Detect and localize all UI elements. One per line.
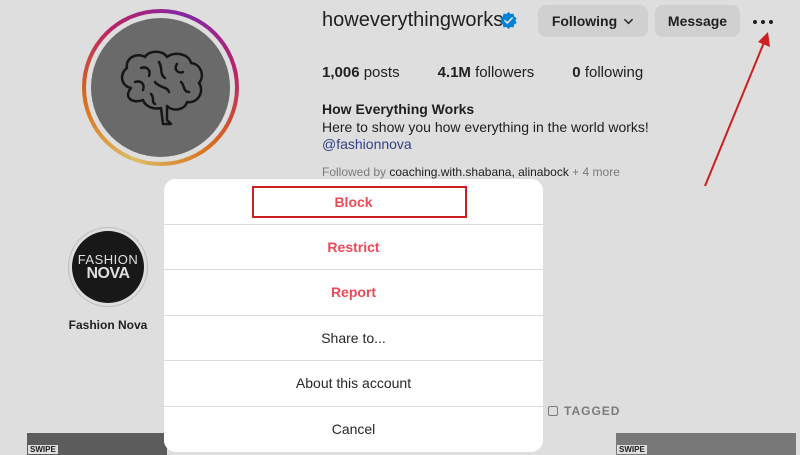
about-account-button[interactable]: About this account [164,360,543,405]
share-to-button[interactable]: Share to... [164,315,543,360]
block-highlight-box [252,186,467,218]
restrict-button[interactable]: Restrict [164,224,543,269]
report-button[interactable]: Report [164,269,543,314]
options-dialog: Block Restrict Report Share to... About … [164,179,543,452]
cancel-button[interactable]: Cancel [164,406,543,451]
